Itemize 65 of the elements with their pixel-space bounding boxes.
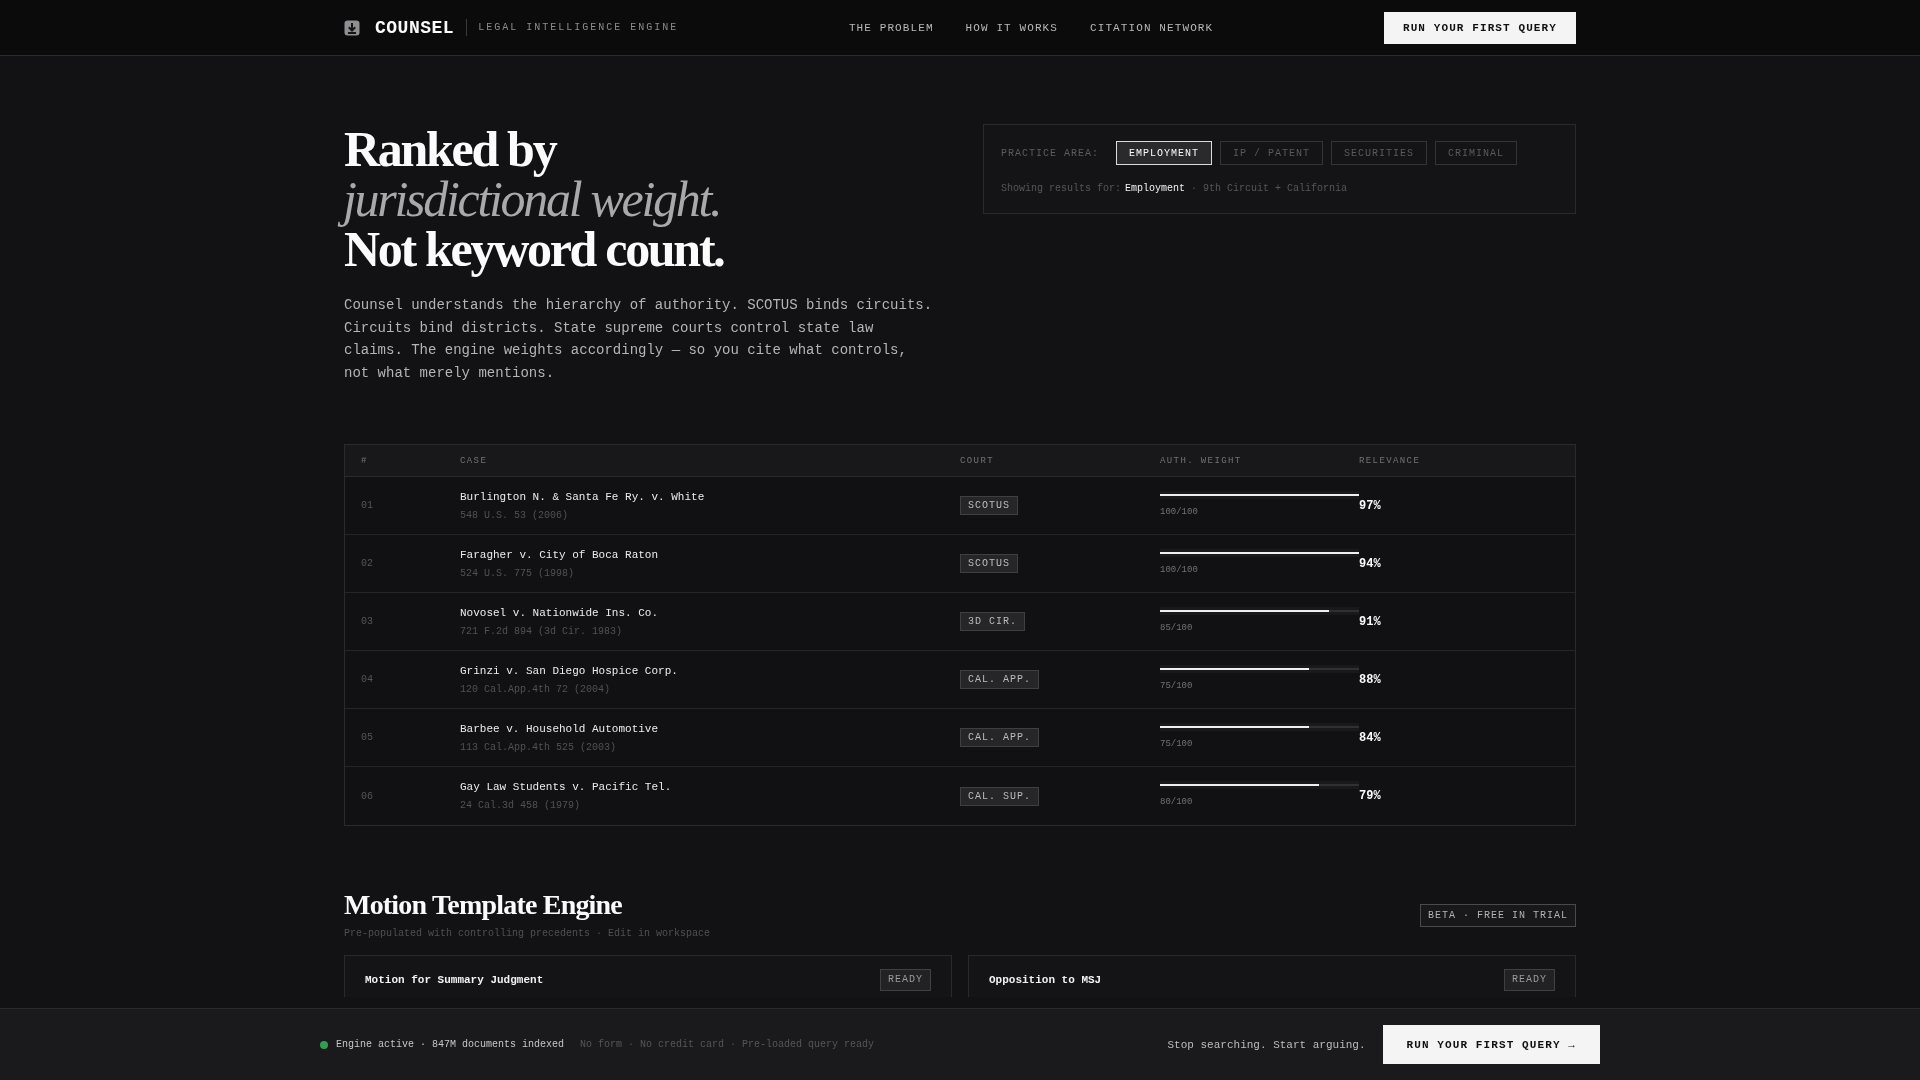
weight-score: 75/100 — [1160, 680, 1194, 692]
filter-label: PRACTICE AREA: — [1001, 147, 1099, 159]
case-name: Grinzi v. San Diego Hospice Corp. — [460, 663, 678, 678]
weight-score: 85/100 — [1160, 622, 1194, 634]
template-card[interactable]: Opposition to MSJ READY — [968, 955, 1576, 997]
relevance-score: 94% — [1359, 556, 1382, 571]
case-name: Faragher v. City of Boca Raton — [460, 547, 659, 562]
results-summary: Showing results for: Employment · 9th Circuit + California — [1001, 182, 1349, 196]
relevance-score: 79% — [1359, 789, 1382, 803]
run-query-button[interactable]: RUN YOUR FIRST QUERY → — [1382, 1025, 1600, 1064]
relevance-score: 97% — [1359, 498, 1382, 513]
template-card[interactable]: Motion for Summary Judgment READY — [344, 955, 952, 997]
section-title: Motion Template Engine — [344, 888, 623, 922]
column-header: CASE — [460, 455, 489, 466]
relevance-score: 84% — [1359, 730, 1382, 745]
nav-link[interactable]: HOW IT WORKS — [965, 21, 1058, 34]
template-title: Motion for Summary Judgment — [365, 973, 544, 987]
rank-number: 05 — [360, 732, 374, 743]
run-query-button[interactable]: RUN YOUR FIRST QUERY — [1383, 11, 1576, 44]
column-header: AUTH. WEIGHT — [1160, 455, 1243, 466]
case-citation: 548 U.S. 53 (2006) — [460, 508, 569, 522]
case-citation: 120 Cal.App.4th 72 (2004) — [460, 682, 611, 696]
court-badge: SCOTUS — [960, 496, 1018, 515]
court-badge: CAL. APP. — [960, 670, 1039, 689]
column-header: COURT — [960, 455, 995, 466]
filter-tab[interactable]: EMPLOYMENT — [1116, 141, 1213, 165]
case-name: Gay Law Students v. Pacific Tel. — [460, 780, 672, 794]
column-header: RELEVANCE — [1359, 455, 1422, 466]
brand-tagline: LEGAL INTELLIGENCE ENGINE — [478, 22, 679, 33]
relevance-score: 91% — [1359, 614, 1382, 629]
case-name: Barbee v. Household Automotive — [460, 721, 659, 736]
rank-number: 03 — [360, 616, 374, 627]
status-badge: READY — [880, 969, 931, 991]
case-citation: 113 Cal.App.4th 525 (2003) — [460, 740, 617, 754]
case-citation: 524 U.S. 775 (1998) — [460, 566, 575, 580]
case-citation: 24 Cal.3d 458 (1979) — [460, 799, 581, 812]
section-subtitle: Pre-populated with controlling precedents · Edit in workspace — [344, 927, 711, 941]
beta-badge: BETA · FREE IN TRIAL — [1419, 904, 1576, 927]
relevance-score: 88% — [1359, 672, 1382, 687]
nav-link[interactable]: CITATION NETWORK — [1090, 21, 1214, 34]
case-name: Novosel v. Nationwide Ins. Co. — [460, 605, 659, 620]
rank-number: 04 — [360, 674, 374, 685]
trial-notes: No form · No credit card · Pre-loaded query ready — [580, 1039, 875, 1050]
hero-description: Counsel understands the hierarchy of authority. SCOTUS binds circuits. Circuits bind districts. State supreme courts control state law claims. The engine weights accordingly — so you cite what controls, not what merely mentions. — [344, 296, 934, 383]
down-arrow-icon — [344, 19, 360, 36]
nav-link[interactable]: THE PROBLEM — [848, 21, 934, 34]
column-header: # — [360, 455, 369, 466]
weight-score: 100/100 — [1160, 506, 1199, 518]
court-badge: CAL. SUP. — [960, 786, 1039, 806]
rank-number: 06 — [360, 790, 374, 802]
weight-score: 80/100 — [1160, 797, 1194, 808]
rank-number: 02 — [360, 558, 374, 569]
weight-score: 75/100 — [1160, 738, 1194, 750]
court-badge: CAL. APP. — [960, 728, 1039, 747]
engine-status: Engine active · 847M documents indexed — [336, 1039, 565, 1050]
brand-name: COUNSEL — [375, 17, 455, 38]
case-name: Burlington N. & Santa Fe Ry. v. White — [460, 489, 705, 504]
court-badge: SCOTUS — [960, 554, 1018, 573]
closing-tagline: Stop searching. Start arguing. — [1167, 1038, 1366, 1051]
court-badge: 3D CIR. — [960, 612, 1025, 631]
status-badge: READY — [1504, 969, 1555, 991]
rank-number: 01 — [360, 500, 374, 511]
case-citation: 721 F.2d 894 (3d Cir. 1983) — [460, 624, 623, 638]
weight-score: 100/100 — [1160, 564, 1199, 576]
template-title: Opposition to MSJ — [989, 973, 1102, 987]
